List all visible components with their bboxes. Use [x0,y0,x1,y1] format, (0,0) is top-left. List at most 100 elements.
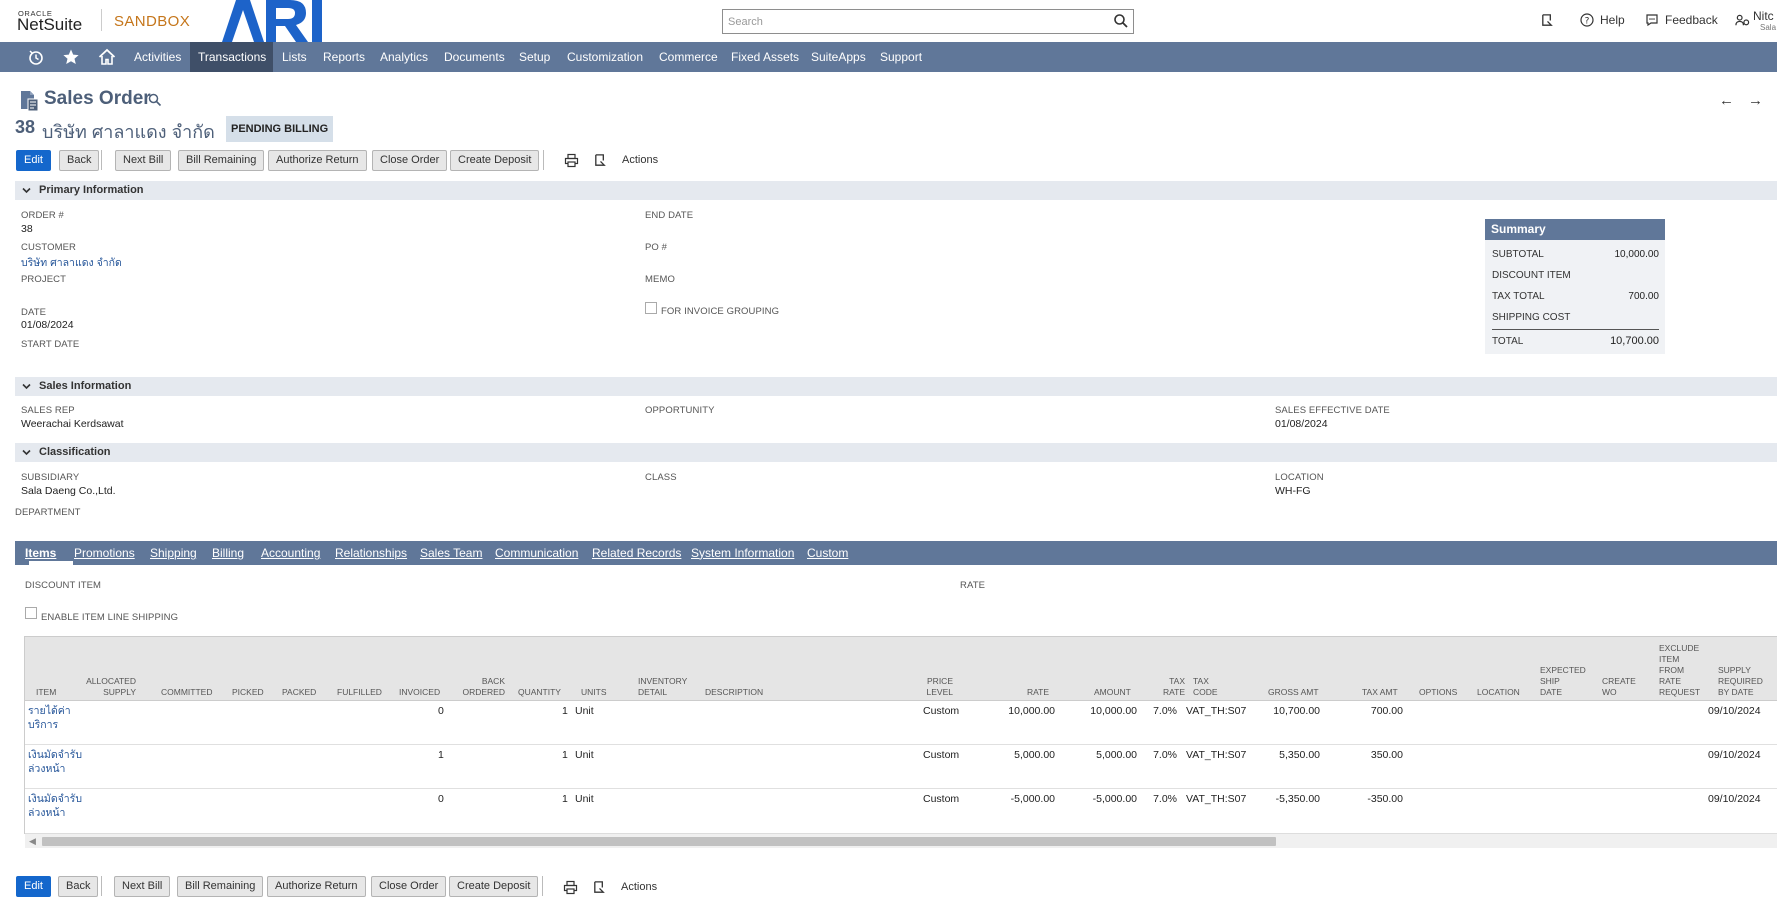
table-header: ITEM ALLOCATED SUPPLY COMMITTED PICKED P… [25,637,1777,701]
tab-communication[interactable]: Communication [495,541,578,565]
col-quantity[interactable]: QUANTITY [518,687,561,698]
col-packed[interactable]: PACKED [282,687,316,698]
subtab-bar: Items Promotions Shipping Billing Accoun… [15,541,1777,565]
section-classification[interactable]: Classification [15,443,1777,462]
col-invoiced[interactable]: INVOICED [399,687,440,698]
row-item-link[interactable]: เงินมัดจำรับล่วงหน้า [28,748,82,776]
close-order-button[interactable]: Close Order [372,150,448,171]
authorize-return-button[interactable]: Authorize Return [268,150,367,171]
user-name[interactable]: Nitc [1753,9,1774,23]
back-button[interactable]: Back [59,150,100,171]
actions-menu[interactable]: Actions [622,154,658,166]
scroll-left-icon[interactable]: ◀ [29,836,36,847]
col-tax-rate[interactable]: TAX RATE [1155,676,1185,698]
actions-menu-bottom[interactable]: Actions [621,881,657,893]
scrollbar-thumb[interactable] [42,837,1276,846]
nav-support[interactable]: Support [872,42,930,72]
print-icon[interactable] [564,153,579,168]
nav-activities[interactable]: Activities [126,42,189,72]
tab-accounting[interactable]: Accounting [261,541,320,565]
nav-suiteapps[interactable]: SuiteApps [803,42,874,72]
edit-button-bottom[interactable]: Edit [16,876,51,897]
nav-documents[interactable]: Documents [436,42,513,72]
next-bill-button[interactable]: Next Bill [115,150,172,171]
col-rate[interactable]: RATE [1027,687,1049,698]
search-icon[interactable] [1113,13,1129,29]
subsidiary-label: SUBSIDIARY [21,472,80,483]
col-committed[interactable]: COMMITTED [161,687,212,698]
help-link[interactable]: ? Help [1580,13,1625,27]
tab-relationships[interactable]: Relationships [335,541,407,565]
nav-customization[interactable]: Customization [559,42,651,72]
tab-related-records[interactable]: Related Records [592,541,681,565]
edit-button[interactable]: Edit [16,150,51,171]
tab-billing[interactable]: Billing [212,541,244,565]
nav-commerce[interactable]: Commerce [651,42,726,72]
col-price-level[interactable]: PRICE LEVEL [925,676,953,698]
back-button-bottom[interactable]: Back [58,876,99,897]
arrow-right-icon[interactable]: → [1748,92,1763,109]
recent-action-icon[interactable] [593,153,608,168]
tab-promotions[interactable]: Promotions [74,541,135,565]
col-options[interactable]: OPTIONS [1419,687,1457,698]
col-description[interactable]: DESCRIPTION [705,687,763,698]
recent-action-icon[interactable] [592,880,607,895]
search-icon[interactable] [148,93,162,107]
global-search[interactable] [722,9,1134,34]
col-amount[interactable]: AMOUNT [1094,687,1131,698]
close-order-button-bottom[interactable]: Close Order [371,876,447,897]
star-icon[interactable] [62,48,80,66]
col-location[interactable]: LOCATION [1477,687,1520,698]
print-icon[interactable] [563,880,578,895]
row-item-link[interactable]: เงินมัดจำรับล่วงหน้า [28,792,82,820]
col-tax-amt[interactable]: TAX AMT [1362,687,1398,698]
recent-records-icon[interactable] [27,48,45,66]
col-picked[interactable]: PICKED [232,687,264,698]
button-divider [101,150,102,170]
row-units: Unit [575,793,594,805]
nav-setup[interactable]: Setup [511,42,558,72]
section-sales-information[interactable]: Sales Information [15,377,1777,396]
col-expected-ship-date[interactable]: EXPECTED SHIP DATE [1540,665,1586,698]
tab-sales-team[interactable]: Sales Team [420,541,482,565]
col-inventory-detail[interactable]: INVENTORY DETAIL [638,676,698,698]
col-tax-code[interactable]: TAX CODE [1193,676,1223,698]
col-item[interactable]: ITEM [36,687,56,698]
invoice-grouping-checkbox[interactable] [645,302,657,314]
nav-reports[interactable]: Reports [315,42,373,72]
horizontal-scrollbar[interactable]: ◀ [25,833,1777,848]
nav-fixed-assets[interactable]: Fixed Assets [723,42,807,72]
arrow-left-icon[interactable]: ← [1719,92,1734,109]
enable-line-shipping-checkbox[interactable] [25,607,37,619]
home-icon[interactable] [98,48,116,66]
nav-lists[interactable]: Lists [274,42,315,72]
global-search-input[interactable] [726,11,1096,32]
next-bill-button-bottom[interactable]: Next Bill [114,876,171,897]
section-primary-information[interactable]: Primary Information [15,181,1777,200]
nav-transactions[interactable]: Transactions [190,42,273,72]
notifications-icon[interactable] [1540,13,1555,28]
tab-shipping[interactable]: Shipping [150,541,197,565]
col-allocated-supply[interactable]: ALLOCATED SUPPLY [80,676,136,698]
authorize-return-button-bottom[interactable]: Authorize Return [267,876,366,897]
col-gross-amt[interactable]: GROSS AMT [1268,687,1319,698]
col-back-ordered[interactable]: BACK ORDERED [455,676,505,698]
col-fulfilled[interactable]: FULFILLED [337,687,382,698]
col-exclude-item-rate-request[interactable]: EXCLUDE ITEM FROM RATE REQUEST [1659,643,1700,698]
tab-custom[interactable]: Custom [807,541,848,565]
col-create-wo[interactable]: CREATE WO [1602,676,1636,698]
tab-system-information[interactable]: System Information [691,541,794,565]
col-supply-required-date[interactable]: SUPPLY REQUIRED BY DATE [1718,665,1768,698]
feedback-link[interactable]: Feedback [1645,13,1718,27]
roles-icon[interactable] [1735,13,1750,28]
bill-remaining-button[interactable]: Bill Remaining [178,150,265,171]
bill-remaining-button-bottom[interactable]: Bill Remaining [177,876,264,897]
customer-link[interactable]: บริษัท ศาลาแดง จำกัด [21,254,122,271]
create-deposit-button-bottom[interactable]: Create Deposit [449,876,539,897]
record-number: 38 [15,117,36,137]
row-item-link[interactable]: รายได้ค่าบริการ [28,704,78,732]
col-units[interactable]: UNITS [581,687,607,698]
create-deposit-button[interactable]: Create Deposit [450,150,540,171]
netsuite-logo[interactable]: NetSuite [17,15,82,35]
nav-analytics[interactable]: Analytics [372,42,436,72]
